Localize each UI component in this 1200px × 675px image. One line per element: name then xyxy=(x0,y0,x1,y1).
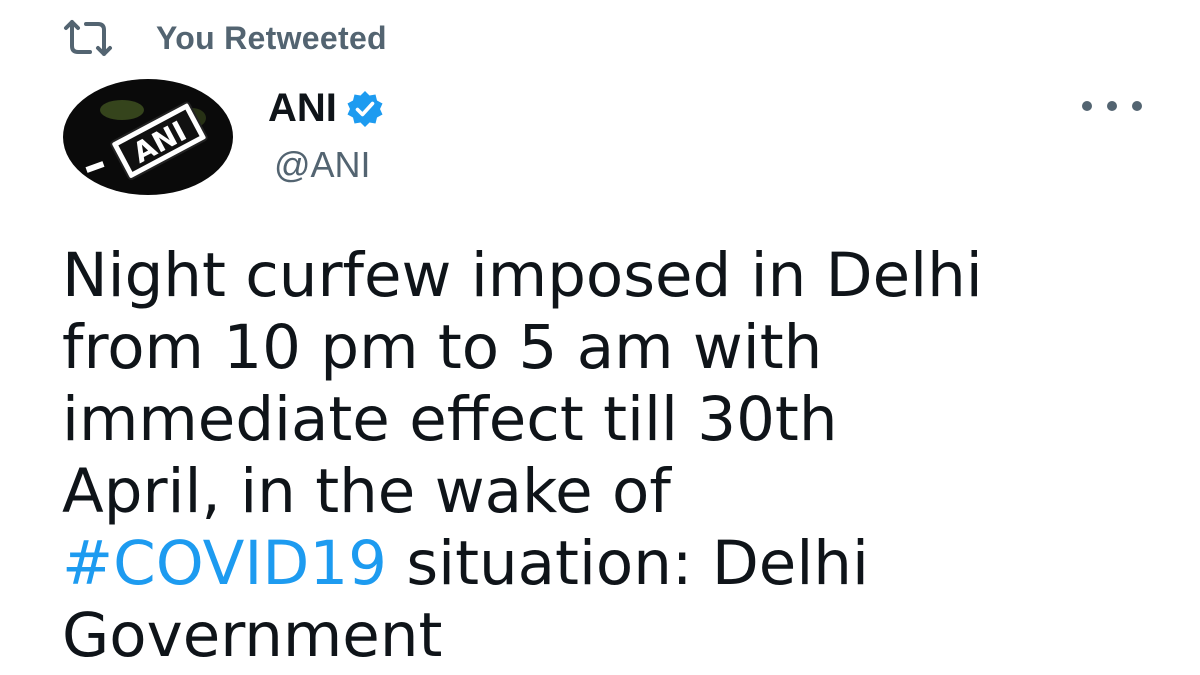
dot xyxy=(1107,101,1117,111)
retweet-icon xyxy=(64,20,112,56)
tweet-line: Government xyxy=(62,600,443,671)
dot xyxy=(1132,101,1142,111)
hashtag-link[interactable]: #COVID19 xyxy=(62,528,387,599)
avatar[interactable]: ANI xyxy=(62,78,234,196)
tweet-line: #COVID19 situation: Delhi xyxy=(62,528,1152,600)
retweeted-label: You Retweeted xyxy=(156,19,387,56)
more-options-icon[interactable] xyxy=(1082,90,1142,122)
tweet-line: from 10 pm to 5 am with xyxy=(62,312,823,383)
author-name[interactable]: ANI xyxy=(268,86,385,131)
tweet-line: immediate effect till 30th xyxy=(62,384,838,455)
dot xyxy=(1082,101,1092,111)
tweet-text: Night curfew imposed in Delhi from 10 pm… xyxy=(62,240,1152,672)
author-display-name[interactable]: ANI xyxy=(268,86,337,131)
verified-badge-icon xyxy=(347,90,383,127)
author-handle[interactable]: @ANI xyxy=(274,144,371,186)
social-context: You Retweeted xyxy=(60,18,387,58)
tweet-line: April, in the wake of xyxy=(62,456,671,527)
tweet-line: Night curfew imposed in Delhi xyxy=(62,240,983,311)
tweet-line-rest: situation: Delhi xyxy=(386,528,869,599)
